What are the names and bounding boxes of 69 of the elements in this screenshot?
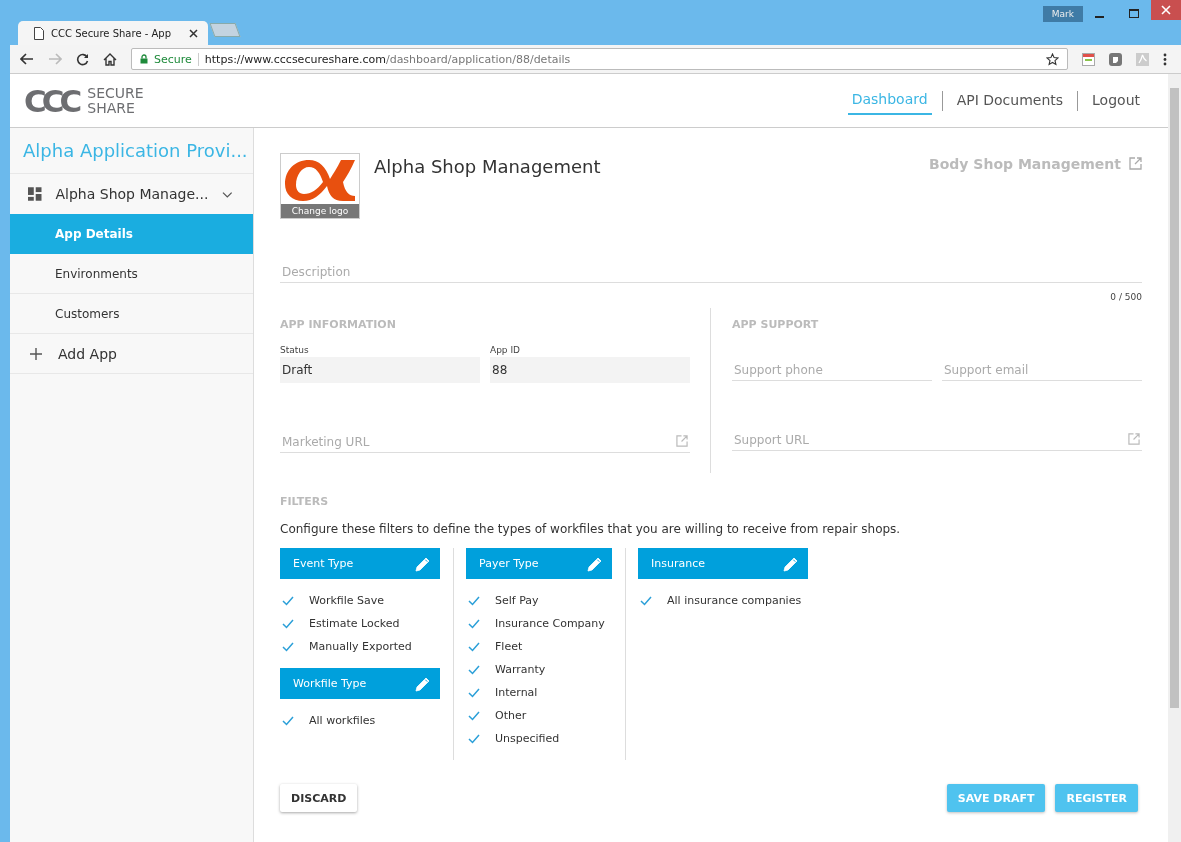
close-icon bbox=[1161, 5, 1171, 15]
calendar-icon[interactable] bbox=[1082, 52, 1095, 66]
filter-title: Workfile Type bbox=[293, 677, 367, 690]
filter-option: Fleet bbox=[495, 640, 523, 653]
filter-title: Event Type bbox=[293, 557, 354, 570]
filter-title: Insurance bbox=[651, 557, 705, 570]
support-email-field[interactable]: Support email bbox=[942, 361, 1142, 381]
filter-option: Estimate Locked bbox=[309, 617, 400, 630]
sidebar-app-item[interactable]: Alpha Shop Manage... bbox=[10, 174, 253, 214]
nav-link[interactable]: API Documents bbox=[952, 87, 1068, 114]
description-field[interactable]: Description bbox=[280, 263, 1142, 283]
change-logo-button[interactable]: Change logo bbox=[281, 204, 359, 218]
filter-option: All insurance companies bbox=[667, 594, 802, 607]
filter-option: Workfile Save bbox=[309, 594, 385, 607]
page-icon bbox=[34, 26, 44, 40]
back-icon[interactable] bbox=[20, 53, 34, 65]
nav-link[interactable]: Logout bbox=[1088, 87, 1144, 114]
browser-tab[interactable]: CCC Secure Share - App bbox=[18, 21, 208, 45]
character-counter: 0 / 500 bbox=[1109, 292, 1142, 302]
add-app-item[interactable]: Add App bbox=[10, 334, 253, 374]
filter-option: Internal bbox=[495, 686, 538, 699]
secure-label: Secure bbox=[154, 52, 192, 66]
close-icon[interactable] bbox=[189, 28, 198, 38]
sidebar-title: Alpha Application Provi... bbox=[10, 128, 253, 174]
field-label: Status bbox=[280, 345, 310, 355]
user-badge[interactable]: Mark bbox=[1042, 6, 1083, 22]
section-heading: APP SUPPORT bbox=[732, 318, 820, 331]
edit-icon[interactable] bbox=[587, 555, 603, 572]
filter-option: Other bbox=[495, 709, 527, 722]
maximize-icon[interactable] bbox=[1129, 9, 1139, 19]
address-bar[interactable]: Secure https://www.cccsecureshare.com/dashboard/application/88/details bbox=[131, 48, 1068, 70]
menu-icon[interactable] bbox=[1163, 52, 1167, 66]
status-field: Draft bbox=[280, 357, 480, 383]
lock-icon bbox=[140, 54, 148, 64]
filter-option: Manually Exported bbox=[309, 640, 412, 653]
section-heading: APP INFORMATION bbox=[280, 318, 397, 331]
reload-icon[interactable] bbox=[76, 52, 89, 66]
app-id-field: 88 bbox=[490, 357, 690, 383]
external-link-icon[interactable] bbox=[1129, 157, 1142, 170]
logo-mark: CCC bbox=[24, 82, 79, 119]
home-icon[interactable] bbox=[103, 52, 117, 66]
support-phone-field[interactable]: Support phone bbox=[732, 361, 932, 381]
discard-button[interactable]: DISCARD bbox=[280, 784, 358, 812]
url-text: https://www.cccsecureshare.com/dashboard/application/88/details bbox=[204, 52, 571, 66]
filter-option: Self Pay bbox=[495, 594, 539, 607]
extension-icon[interactable] bbox=[1109, 52, 1122, 66]
section-heading: FILTERS bbox=[280, 495, 330, 508]
app-name: Alpha Shop Management bbox=[374, 156, 601, 177]
logo-text: SECURE bbox=[87, 85, 144, 101]
filter-option: Insurance Company bbox=[495, 617, 605, 630]
close-window-button[interactable] bbox=[1151, 0, 1181, 20]
edit-icon[interactable] bbox=[415, 555, 431, 572]
field-label: App ID bbox=[490, 345, 522, 355]
filter-option: Unspecified bbox=[495, 732, 560, 745]
edit-icon[interactable] bbox=[415, 675, 431, 692]
scrollbar[interactable] bbox=[1168, 74, 1181, 842]
sidebar-item[interactable]: Customers bbox=[10, 294, 253, 334]
dashboard-icon bbox=[28, 187, 42, 201]
support-url-field[interactable]: Support URL bbox=[732, 431, 1142, 451]
marketing-url-field[interactable]: Marketing URL bbox=[280, 433, 690, 453]
logo-text: SHARE bbox=[87, 100, 136, 116]
filter-option: All workfiles bbox=[309, 714, 376, 727]
star-icon[interactable] bbox=[1046, 52, 1059, 66]
filter-option: Warranty bbox=[495, 663, 546, 676]
filters-description: Configure these filters to define the types of workfiles that you are willing to receive from repair shops. bbox=[280, 522, 902, 536]
edit-icon[interactable] bbox=[783, 555, 799, 572]
filter-title: Payer Type bbox=[479, 557, 539, 570]
sidebar-item[interactable]: Environments bbox=[10, 254, 253, 294]
plus-icon bbox=[30, 347, 42, 360]
